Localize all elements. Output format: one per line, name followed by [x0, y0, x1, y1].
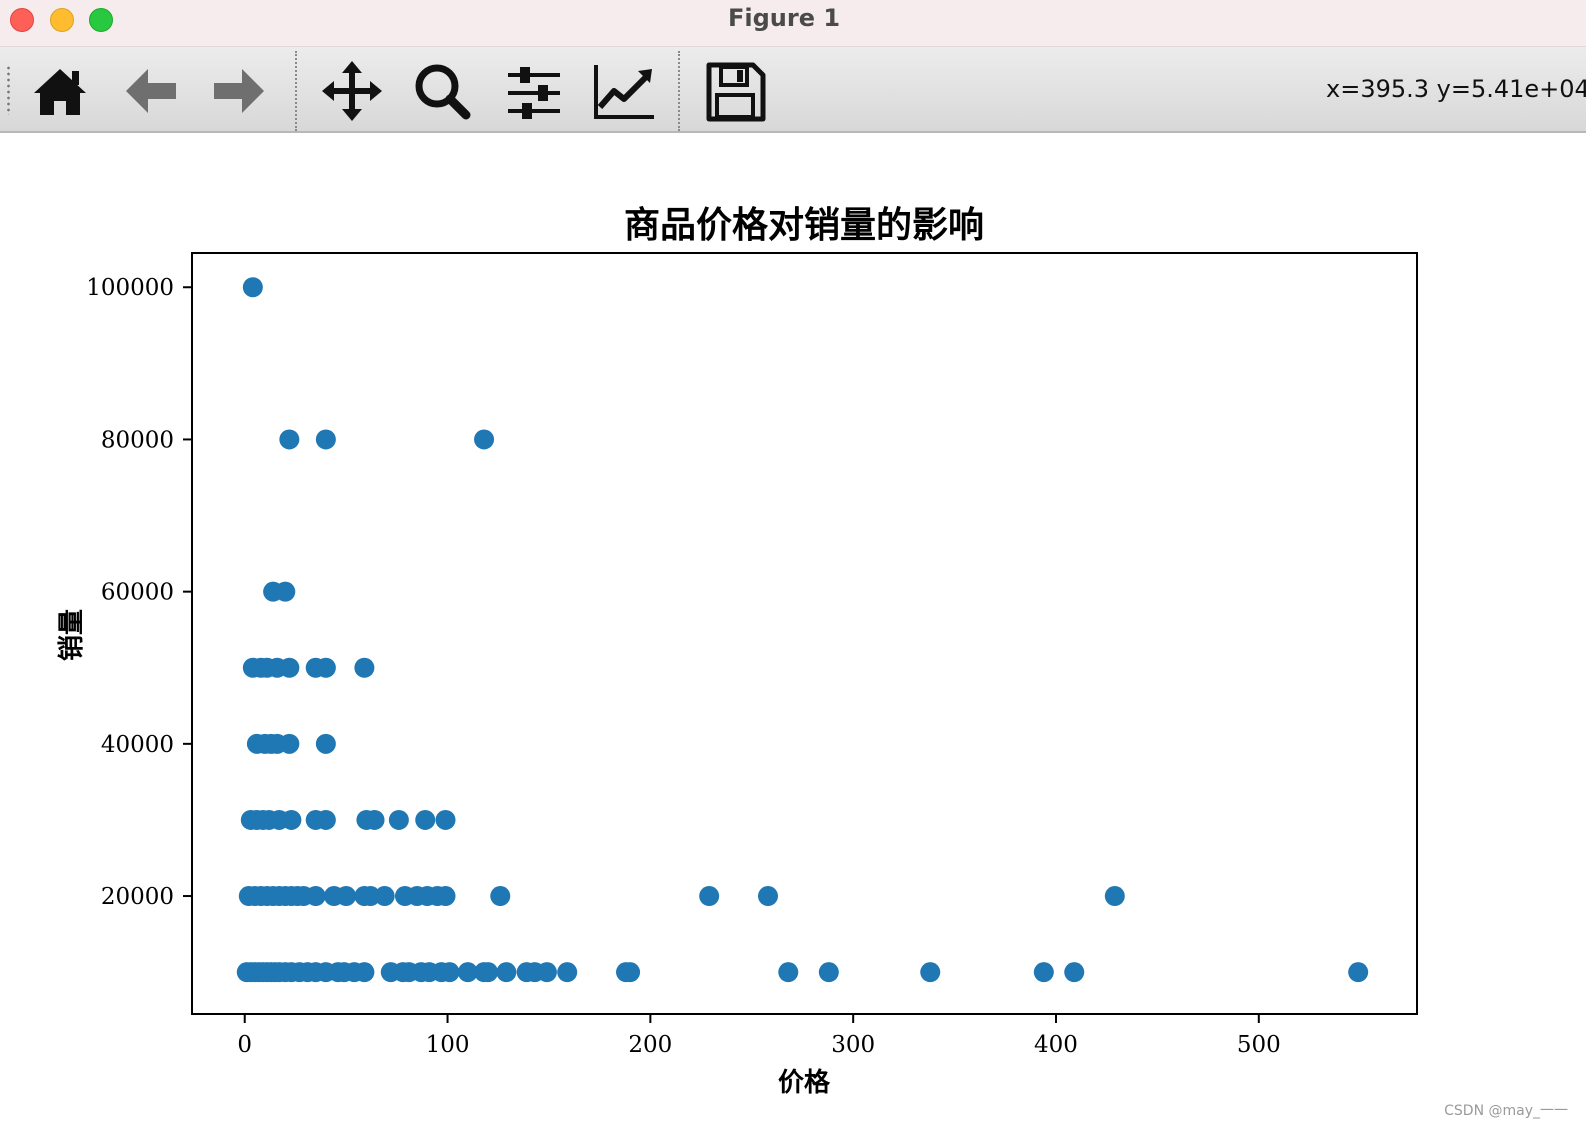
- scatter-point: [279, 657, 300, 678]
- edit-axes-button[interactable]: [592, 59, 656, 123]
- pan-button[interactable]: [320, 59, 384, 123]
- zoom-button[interactable]: [410, 59, 474, 123]
- move-icon: [322, 61, 382, 121]
- x-tick-label: 0: [237, 1032, 252, 1058]
- magnifier-icon: [415, 64, 471, 120]
- scatter-point: [818, 962, 839, 983]
- scatter-point: [315, 733, 336, 754]
- y-axis-label: 销量: [57, 609, 87, 661]
- scatter-point: [415, 809, 436, 830]
- watermark: CSDN @may_一一: [1444, 1103, 1568, 1119]
- scatter-point: [778, 962, 799, 983]
- x-tick-label: 500: [1237, 1032, 1281, 1058]
- data-points: [236, 277, 1369, 983]
- sliders-icon: [508, 67, 560, 119]
- scatter-point: [315, 809, 336, 830]
- scatter-point: [536, 962, 557, 983]
- home-button[interactable]: [28, 59, 92, 123]
- scatter-point: [490, 886, 511, 907]
- scatter-point: [1348, 962, 1369, 983]
- navigation-toolbar: x=395.3 y=5.41e+04: [0, 47, 1586, 133]
- scatter-point: [757, 886, 778, 907]
- x-tick-label: 300: [831, 1032, 875, 1058]
- scatter-point: [435, 886, 456, 907]
- window-title: Figure 1: [727, 4, 841, 32]
- scatter-point: [388, 809, 409, 830]
- scatter-point: [620, 962, 641, 983]
- scatter-point: [279, 733, 300, 754]
- scatter-point: [315, 657, 336, 678]
- scatter-point: [1064, 962, 1085, 983]
- scatter-point: [364, 809, 385, 830]
- scatter-point: [439, 962, 460, 983]
- subplots-button[interactable]: [502, 59, 566, 123]
- scatter-point: [435, 809, 456, 830]
- back-button[interactable]: [118, 59, 182, 123]
- x-tick-label: 100: [426, 1032, 470, 1058]
- scatter-point: [1104, 886, 1125, 907]
- scatter-point: [279, 429, 300, 450]
- scatter-point: [281, 809, 302, 830]
- scatter-point: [478, 962, 499, 983]
- scatter-point: [305, 886, 326, 907]
- cursor-coordinates: x=395.3 y=5.41e+04: [1326, 75, 1586, 103]
- scatter-point: [354, 962, 375, 983]
- x-tick-label: 400: [1034, 1032, 1078, 1058]
- figure-canvas[interactable]: 商品价格对销量的影响 价格 销量 0 100 200 300 400 500 20000 40…: [0, 133, 1586, 1130]
- y-tick-label: 100000: [86, 275, 174, 301]
- arrow-right-icon: [214, 69, 264, 113]
- scatter-point: [920, 962, 941, 983]
- scatter-point: [275, 581, 296, 602]
- y-tick-label: 80000: [101, 427, 174, 453]
- scatter-plot[interactable]: 商品价格对销量的影响 价格 销量 0 100 200 300 400 500 20000 40…: [0, 133, 1586, 1130]
- scatter-point: [315, 429, 336, 450]
- scatter-point: [474, 429, 495, 450]
- x-axis-label: 价格: [778, 1067, 831, 1098]
- chart-title: 商品价格对销量的影响: [624, 204, 984, 246]
- home-icon: [34, 69, 86, 115]
- x-tick-label: 200: [628, 1032, 672, 1058]
- scatter-point: [354, 657, 375, 678]
- scatter-point: [1033, 962, 1054, 983]
- line-chart-icon: [594, 65, 654, 119]
- save-button[interactable]: [703, 59, 767, 123]
- window-titlebar: Figure 1: [0, 0, 1586, 47]
- scatter-point: [336, 886, 357, 907]
- toolbar-separator: [295, 51, 297, 131]
- scatter-point: [374, 886, 395, 907]
- toolbar-separator: [678, 51, 680, 131]
- y-tick-label: 60000: [101, 580, 174, 606]
- toolbar-grip[interactable]: [7, 65, 10, 115]
- floppy-disk-icon: [706, 62, 766, 122]
- scatter-point: [496, 962, 517, 983]
- scatter-point: [557, 962, 578, 983]
- y-tick-label: 20000: [101, 884, 174, 910]
- scatter-point: [699, 886, 720, 907]
- arrow-left-icon: [126, 69, 176, 113]
- forward-button[interactable]: [208, 59, 272, 123]
- scatter-point: [242, 277, 263, 298]
- y-tick-label: 40000: [101, 732, 174, 758]
